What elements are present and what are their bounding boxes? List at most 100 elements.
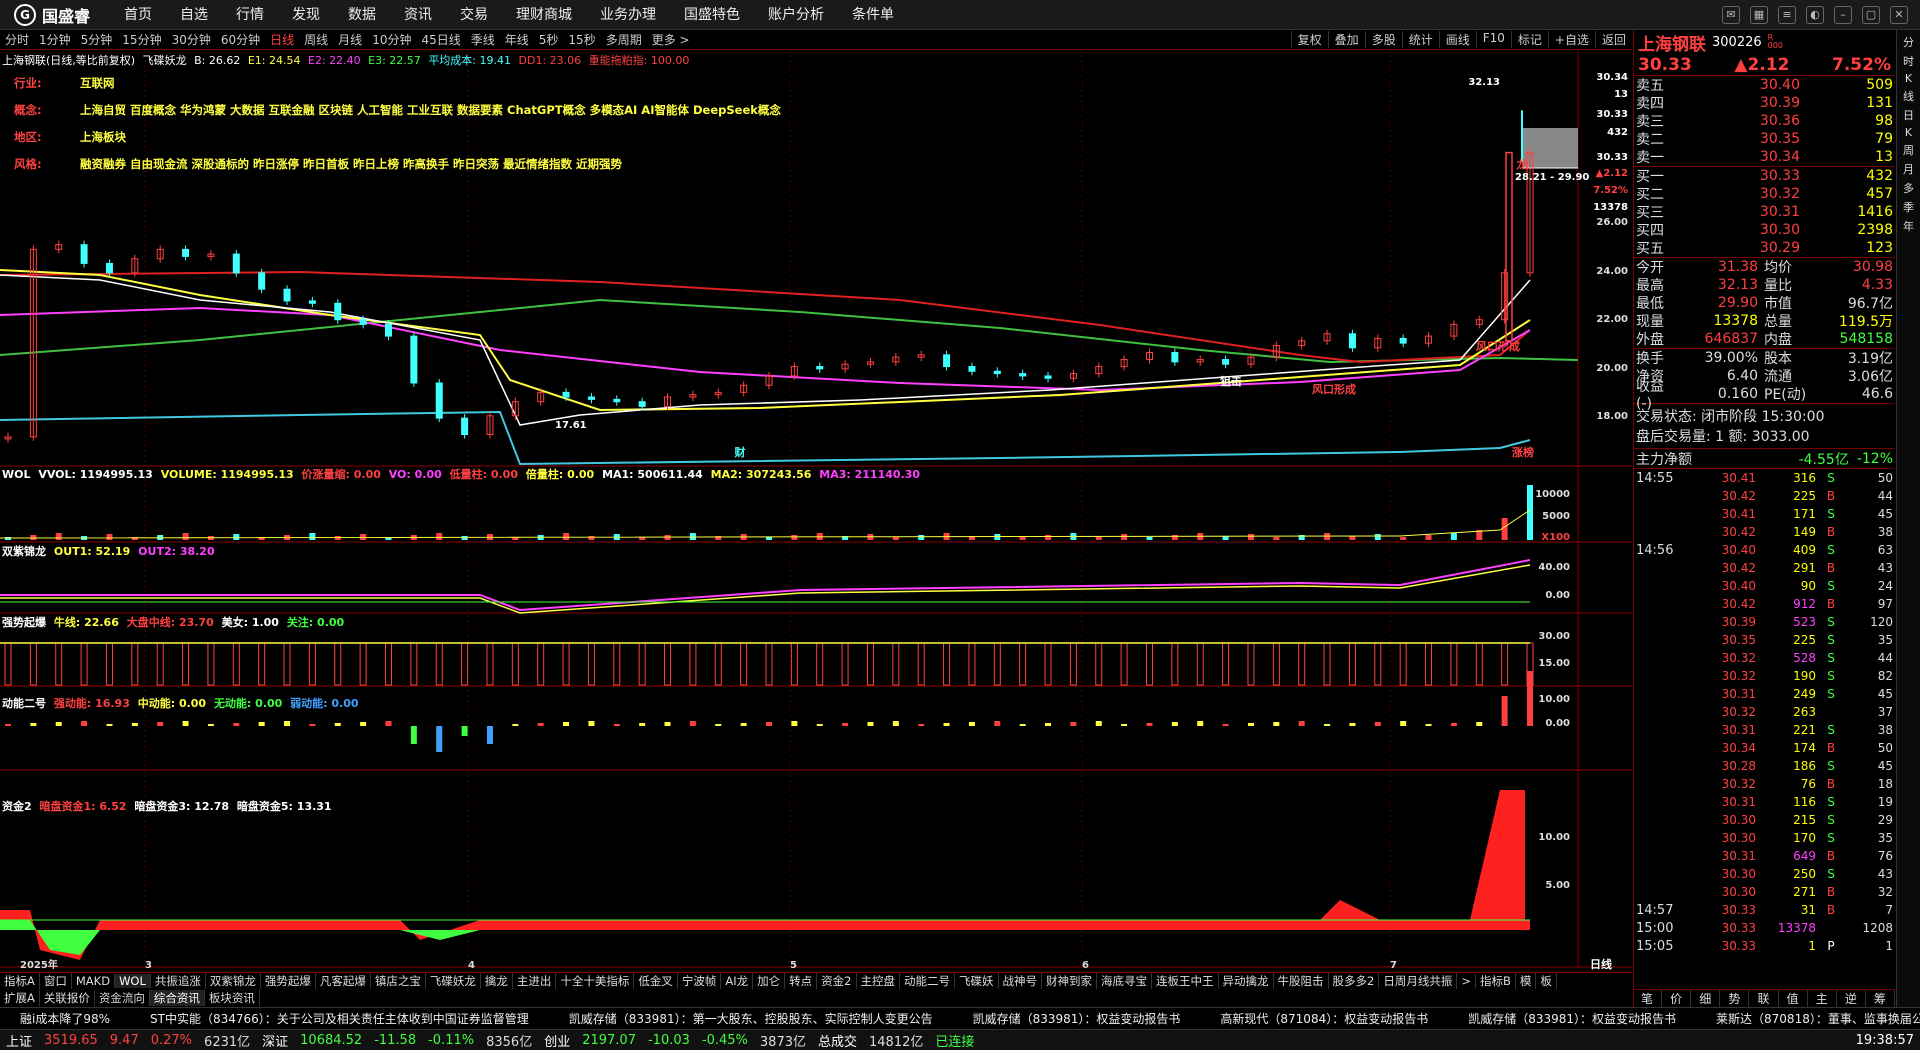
period-tab[interactable]: 5分钟 <box>76 31 118 48</box>
news-item[interactable]: 高新现代（871084）：权益变动报告书 <box>1200 1010 1448 1027</box>
indicator-tab[interactable]: 加仑 <box>753 973 786 989</box>
nav-item[interactable]: 交易 <box>446 0 502 30</box>
quote-tab[interactable]: 价 <box>1662 990 1692 1007</box>
menu-icon[interactable]: ≡ <box>1778 5 1796 24</box>
indicator-tab[interactable]: 低金叉 <box>634 973 678 989</box>
info-tab[interactable]: 资金流向 <box>95 989 150 1006</box>
toolbar-button[interactable]: 返回 <box>1594 31 1632 48</box>
nav-item[interactable]: 首页 <box>110 0 166 30</box>
indicator-tab[interactable]: 宁波帧 <box>678 973 722 989</box>
sidebar-item[interactable]: K <box>1900 72 1918 85</box>
book-row[interactable]: 买四 30.30 2398 <box>1634 221 1895 239</box>
indicator-tab[interactable]: 凡客起爆 <box>316 973 371 989</box>
indicator-tab[interactable]: 飞碟妖龙 <box>426 973 481 989</box>
news-item[interactable]: 莱斯达（870818）：董事、监事换届公告 <box>1696 1010 1920 1027</box>
info-tab[interactable]: 综合资讯 <box>149 989 205 1006</box>
indicator-tab[interactable]: WOL <box>115 974 151 988</box>
nav-item[interactable]: 发现 <box>278 0 334 30</box>
app-logo[interactable]: G 国盛睿 <box>0 3 110 27</box>
indicator-tab[interactable]: 主控盘 <box>857 973 900 989</box>
toolbar-button[interactable]: 统计 <box>1401 31 1439 48</box>
quote-tab[interactable]: 值 <box>1779 990 1808 1007</box>
toolbar-button[interactable]: 标记 <box>1510 31 1548 48</box>
toolbar-button[interactable]: 复权 <box>1290 31 1328 48</box>
period-tab[interactable]: 周线 <box>299 31 333 48</box>
indicator-tab[interactable]: 镇店之宝 <box>371 973 426 989</box>
nav-item[interactable]: 账户分析 <box>754 0 838 30</box>
indicator-tab[interactable]: 模 <box>1516 973 1537 989</box>
period-tab[interactable]: 15分钟 <box>117 31 166 48</box>
indicator-tab[interactable]: 异动擒龙 <box>1219 973 1274 989</box>
sidebar-item[interactable]: 季 <box>1900 199 1918 215</box>
sidebar-item[interactable]: K <box>1900 126 1918 139</box>
message-icon[interactable]: ✉ <box>1722 5 1740 24</box>
news-ticker[interactable]: 融i成本降了98% ST中实能（834766）：关于公司及相关责任主体收到中国证券… <box>0 1007 1920 1029</box>
indicator-tab[interactable]: 股多多2 <box>1329 973 1380 989</box>
indicator-tab[interactable]: 窗口 <box>40 973 72 989</box>
toolbar-button[interactable]: F10 <box>1475 31 1511 48</box>
indicator-tab[interactable]: 日周月线共振 <box>1379 973 1458 989</box>
nav-item[interactable]: 自选 <box>166 0 222 30</box>
quote-tab[interactable]: 主 <box>1808 990 1837 1007</box>
info-tab[interactable]: 关联报价 <box>40 989 95 1006</box>
period-tab[interactable]: 15秒 <box>563 31 600 48</box>
quote-tab[interactable]: 逆 <box>1837 990 1866 1007</box>
sidebar-item[interactable]: 周 <box>1900 142 1918 158</box>
close-icon[interactable]: ✕ <box>1890 5 1908 24</box>
toolbar-button[interactable]: 画线 <box>1438 31 1476 48</box>
sidebar-item[interactable]: 日 <box>1900 107 1918 123</box>
book-row[interactable]: 买一 30.33 432 <box>1634 167 1895 185</box>
indicator-tab[interactable]: 双紫锦龙 <box>206 973 261 989</box>
period-tab[interactable]: 季线 <box>466 31 500 48</box>
book-row[interactable]: 卖二 30.35 79 <box>1634 130 1895 148</box>
period-tab[interactable]: 分时 <box>0 31 34 48</box>
indicator-tab[interactable]: 战神号 <box>999 973 1042 989</box>
skin-icon[interactable]: ◐ <box>1806 5 1824 24</box>
indicator-tab[interactable]: 连板王中王 <box>1152 973 1219 989</box>
book-row[interactable]: 买二 30.32 457 <box>1634 185 1895 203</box>
book-row[interactable]: 卖五 30.40 509 <box>1634 76 1895 94</box>
quote-tab[interactable]: 笔 <box>1633 990 1663 1007</box>
news-item[interactable]: 融i成本降了98% <box>0 1010 130 1027</box>
indicator-tab[interactable]: 财神到家 <box>1042 973 1097 989</box>
quote-tab[interactable]: 细 <box>1691 990 1721 1007</box>
nav-item[interactable]: 国盛特色 <box>670 0 754 30</box>
news-item[interactable]: 凯威存储（833981）：权益变动报告书 <box>953 1010 1201 1027</box>
nav-item[interactable]: 资讯 <box>390 0 446 30</box>
period-tab[interactable]: 年线 <box>500 31 534 48</box>
toolbar-button[interactable]: 多股 <box>1364 31 1402 48</box>
nav-item[interactable]: 条件单 <box>838 0 908 30</box>
nav-item[interactable]: 行情 <box>222 0 278 30</box>
news-item[interactable]: 凯威存储（833981）：第一大股东、控股股东、实际控制人变更公告 <box>549 1010 953 1027</box>
indicator-tab[interactable]: > <box>1457 974 1476 988</box>
indicator-tab[interactable]: 共振追涨 <box>151 973 206 989</box>
indicator-tab[interactable]: 指标A <box>0 973 40 989</box>
indicator-tab[interactable]: 资金2 <box>817 973 857 989</box>
nav-item[interactable]: 数据 <box>334 0 390 30</box>
info-tab[interactable]: 扩展A <box>0 989 40 1006</box>
indicator-tab[interactable]: 强势起爆 <box>261 973 316 989</box>
period-tab[interactable]: 多周期 <box>601 31 647 48</box>
period-tab[interactable]: 45日线 <box>416 31 465 48</box>
indicator-tab[interactable]: 海底寻宝 <box>1097 973 1152 989</box>
period-tab[interactable]: 1分钟 <box>34 31 76 48</box>
period-tab[interactable]: 60分钟 <box>216 31 265 48</box>
sidebar-item[interactable]: 月 <box>1900 161 1918 177</box>
period-tab[interactable]: 10分钟 <box>367 31 416 48</box>
indicator-tab[interactable]: 十全十美指标 <box>556 973 635 989</box>
indicator-tab[interactable]: AI龙 <box>721 973 754 989</box>
indicator-tab[interactable]: 指标B <box>1476 973 1516 989</box>
book-row[interactable]: 卖四 30.39 131 <box>1634 94 1895 112</box>
indicator-tab[interactable]: 牛股阻击 <box>1274 973 1329 989</box>
kline-chart[interactable]: 30.34 13 30.33 432 30.33 ▲2.12 7.52% 13378 26.00… <box>0 50 1632 975</box>
sidebar-item[interactable]: 多 <box>1900 180 1918 196</box>
book-row[interactable]: 卖三 30.36 98 <box>1634 112 1895 130</box>
tick-list[interactable]: 14:55 30.41 316 S 50 30.42 225 B 44 30.41 171 S 45 30… <box>1634 469 1895 955</box>
indicator-tab[interactable]: 飞碟妖 <box>955 973 999 989</box>
grid-icon[interactable]: ▦ <box>1750 5 1768 24</box>
period-tab[interactable]: 月线 <box>333 31 367 48</box>
indicator-tab[interactable]: 擒龙 <box>481 973 513 989</box>
toolbar-button[interactable]: 叠加 <box>1327 31 1365 48</box>
indicator-tab[interactable]: 动能二号 <box>900 973 955 989</box>
book-row[interactable]: 买三 30.31 1416 <box>1634 203 1895 221</box>
